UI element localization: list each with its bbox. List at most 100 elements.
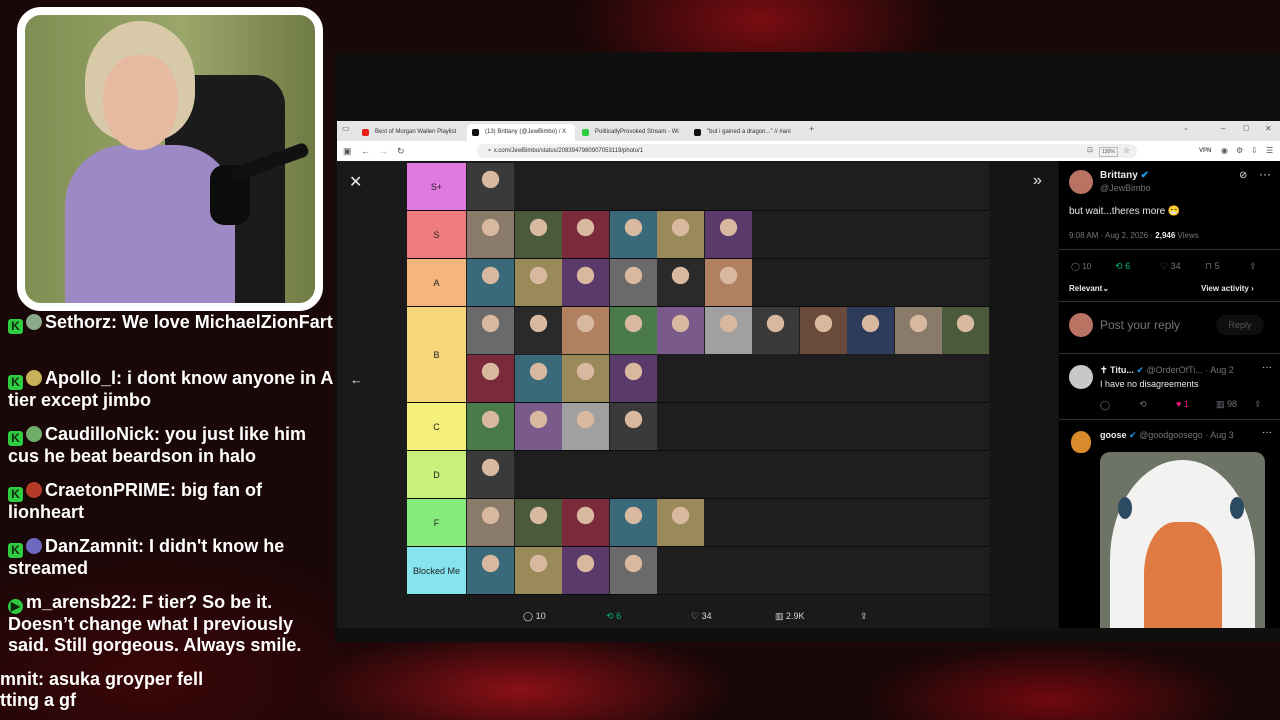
my-avatar [1069,313,1093,337]
bookmark-count: 5 [1214,261,1220,271]
reload-icon[interactable]: ↻ [397,144,405,158]
tier-avatar-image [467,307,514,354]
divider [1059,249,1280,250]
reply-like-button[interactable]: ♥ 1 [1176,399,1189,409]
close-window-icon[interactable]: ✕ [1265,122,1272,136]
bookmark-star-icon[interactable]: ☆ [1123,144,1130,158]
tier-label: D [407,451,466,498]
chevron-down-icon: ⌄ [1102,284,1110,293]
tab-label: "but i gained a dragon..." // #ani [707,129,791,135]
tab-brittany-x[interactable]: (13) Brittany (@JewBimbo) / X [467,124,575,141]
tier-avatar-image [799,307,847,354]
maximize-icon[interactable]: ▢ [1243,122,1250,136]
goose-handle: @goodgoosego · Aug 3 [1139,430,1234,440]
tab-tiktok[interactable]: "but i gained a dragon..." // #ani [689,124,799,141]
screenshot-icon[interactable]: ⊡ [1087,144,1093,158]
chat-username: DanZamnit [45,536,139,556]
chat-username: Sethorz [45,312,112,332]
tab-politically-provoked[interactable]: PoliticallyProvoked Stream - Wi [577,124,685,141]
chat-username: CraetonPRIME [45,480,171,500]
tier-avatar-image [704,307,752,354]
zoom-level[interactable]: 130% [1099,147,1118,157]
tweet-reply-button[interactable]: ◯ 10 [1071,262,1091,271]
reply-input[interactable]: Post your reply [1100,318,1180,332]
menu-icon[interactable]: ☰ [1266,144,1273,158]
tweet-meta: 9:08 AM · Aug 2, 2026 · 2,946 Views [1069,231,1199,240]
chat-message: K Sethorz: We love MichaelZionFart [8,312,333,334]
tweet-repost-button[interactable]: ⟲ 6 [1115,261,1130,272]
reply-reply-icon[interactable]: ◯ [1100,400,1110,411]
previous-arrow-icon[interactable]: ← [350,372,363,387]
reply-author[interactable]: ✝ Titu... ✔ @OrderOfTi... · Aug 2 [1100,365,1234,376]
reply-share-icon[interactable]: ⇪ [1254,399,1262,410]
author-name[interactable]: Brittany ✔ [1100,170,1149,181]
viewer-share-button[interactable]: ⇪ [860,611,868,622]
relevant-sort-button[interactable]: Relevant⌄ [1069,284,1109,293]
goose-photo[interactable] [1100,452,1265,628]
tier-label: S [407,211,466,258]
minimize-icon[interactable]: – [1221,122,1225,136]
share-icon: ⇪ [1249,261,1257,271]
close-icon[interactable]: ✕ [349,172,362,192]
grok-icon[interactable]: ⊘ [1239,170,1247,181]
tier-label: F [407,499,466,546]
reply-button[interactable]: Reply [1216,315,1264,335]
tier-avatar-image [942,307,989,354]
back-icon[interactable]: ← [361,144,370,158]
reply-repost-icon[interactable]: ⟲ [1139,399,1147,410]
forward-icon[interactable]: → [379,144,388,158]
more-icon[interactable]: ··· [1262,362,1272,373]
kick-badge-icon: K [8,375,23,390]
divider [1059,353,1280,354]
tier-avatar-image [657,259,704,306]
heart-filled-icon: ♥ [1176,399,1182,409]
stream-chat: K Sethorz: We love MichaelZionFart K Apoll… [0,310,335,720]
bookmark-icon: ⊓ [1205,261,1213,271]
repost-count: 6 [1125,261,1131,271]
view-activity-link[interactable]: View activity › [1201,284,1254,293]
url-field[interactable]: ⚬ x.com/JewBimbo/status/2083947980907053… [477,144,1137,158]
viewer-repost-button[interactable]: ⟲ 6 [606,611,621,622]
chat-username: Apollo_l [45,368,116,388]
tweet-share-button[interactable]: ⇪ [1249,261,1257,272]
more-icon[interactable]: ··· [1262,427,1272,438]
author-handle[interactable]: @JewBimbo [1100,183,1151,193]
more-icon[interactable]: ··· [1259,167,1271,181]
tweet-like-button[interactable]: ♡ 34 [1160,261,1181,272]
tier-avatar-image [467,211,514,258]
new-tab-icon[interactable]: + [809,122,814,136]
divider [1059,419,1280,420]
author-name-text: Brittany [1100,170,1138,181]
expand-sidebar-icon[interactable]: » [1033,172,1042,190]
tier-label: A [407,259,466,306]
vpn-button[interactable]: VPN [1199,144,1211,158]
tab-list-icon[interactable]: ▭ [342,122,350,136]
sidebar-icon[interactable]: ▣ [343,144,352,158]
viewer-reply-button[interactable]: ◯ 10 [523,611,546,622]
verified-icon: ✔ [1129,430,1137,440]
reply-handle: @OrderOfTi... · Aug 2 [1146,365,1234,375]
tier-avatar-image [562,259,609,306]
play-badge-icon: ▶ [8,599,23,614]
tab-morgan-wallen[interactable]: Best of Morgan Wallen Playlist [357,124,465,141]
goose-avatar[interactable] [1071,431,1091,453]
author-avatar[interactable] [1069,170,1093,194]
profile-icon[interactable]: ◉ [1221,144,1228,158]
heart-icon: ♡ [691,611,700,621]
site-info-icon[interactable]: ⚬ [487,148,494,154]
extensions-icon[interactable]: ⚙ [1236,144,1243,158]
user-avatar-icon [26,314,42,330]
address-bar-row: ▣ ← → ↻ ⚬ x.com/JewBimbo/status/20839479… [337,141,1280,161]
viewer-like-button[interactable]: ♡ 34 [691,611,712,622]
reply-views-button[interactable]: ▥ 98 [1216,399,1237,410]
tier-row: D [407,451,989,499]
viewer-views-button[interactable]: ▥ 2.9K [775,611,805,622]
chevron-down-icon[interactable]: ⌄ [1183,122,1189,136]
downloads-icon[interactable]: ⇩ [1251,144,1258,158]
reply-avatar[interactable] [1069,365,1093,389]
chat-message: K CraetonPRIME: big fan of lionheart [8,480,262,522]
tier-avatar-image [609,499,657,546]
tier-row: B [407,307,989,403]
goose-author[interactable]: goose ✔ @goodgoosego · Aug 3 [1100,430,1234,441]
tweet-bookmark-button[interactable]: ⊓ 5 [1205,261,1220,272]
